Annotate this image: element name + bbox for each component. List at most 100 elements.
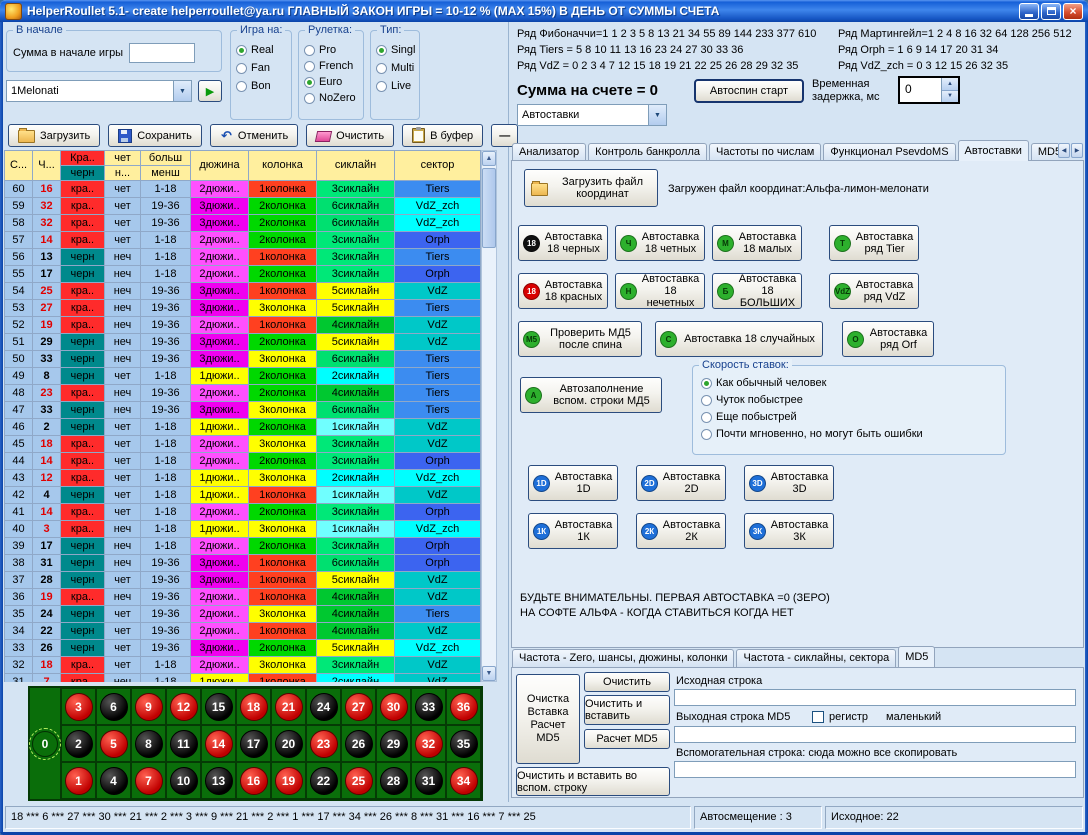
- radio-option[interactable]: NoZero: [304, 91, 358, 105]
- md5-clear-paste-button[interactable]: Очистить и вставить: [584, 695, 670, 725]
- board-cell-4[interactable]: 4: [96, 762, 131, 799]
- radio-option[interactable]: Pro: [304, 43, 358, 57]
- bottom-tab[interactable]: Частота - сиклайны, сектора: [736, 649, 896, 667]
- scroll-up-button[interactable]: ▲: [482, 151, 496, 166]
- register-checkbox[interactable]: [812, 711, 824, 723]
- scrollbar-thumb[interactable]: [482, 168, 496, 248]
- history-row[interactable]: 317кра..неч1-181дюжи..1колонка2сиклайнVd…: [5, 674, 481, 682]
- md5-stack-button[interactable]: Очистка Вставка Расчет MD5: [516, 674, 580, 764]
- chevron-down-icon[interactable]: ▼: [648, 105, 666, 125]
- autobet-button[interactable]: ЧАвтоставка 18 четных: [615, 225, 705, 261]
- radio-option[interactable]: French: [304, 59, 358, 73]
- board-cell-33[interactable]: 33: [411, 688, 446, 725]
- board-cell-35[interactable]: 35: [446, 725, 481, 762]
- autobet-button[interactable]: ОАвтоставка ряд Orf: [842, 321, 934, 357]
- autobet-button[interactable]: НАвтоставка 18 нечетных: [615, 273, 705, 309]
- board-cell-34[interactable]: 34: [446, 762, 481, 799]
- helper-string-input[interactable]: [674, 761, 1076, 778]
- board-cell-15[interactable]: 15: [201, 688, 236, 725]
- history-row[interactable]: 5219кра..неч19-362дюжи..1колонка4сиклайн…: [5, 317, 481, 334]
- board-cell-24[interactable]: 24: [306, 688, 341, 725]
- main-tab[interactable]: Частоты по числам: [709, 143, 821, 161]
- radio-option[interactable]: Live: [376, 79, 414, 93]
- autobet-button[interactable]: ТАвтоставка ряд Tier: [829, 225, 919, 261]
- autobet-button[interactable]: М5Проверить МД5 после спина: [518, 321, 642, 357]
- start-sum-input[interactable]: [129, 43, 195, 63]
- board-cell-3[interactable]: 3: [61, 688, 96, 725]
- board-cell-2[interactable]: 2: [61, 725, 96, 762]
- board-cell-11[interactable]: 11: [166, 725, 201, 762]
- board-cell-17[interactable]: 17: [236, 725, 271, 762]
- bottom-tab[interactable]: Частота - Zero, шансы, дюжины, колонки: [512, 649, 734, 667]
- autobet-button[interactable]: 1КАвтоставка 1К: [528, 513, 618, 549]
- board-zero-cell[interactable]: 0: [30, 688, 61, 799]
- board-cell-29[interactable]: 29: [376, 725, 411, 762]
- radio-option[interactable]: Real: [236, 43, 286, 57]
- autobet-button[interactable]: 18Автоставка 18 красных: [518, 273, 608, 309]
- toolbar-save-button[interactable]: Сохранить: [108, 124, 202, 147]
- main-tab[interactable]: MD5: [1031, 143, 1058, 161]
- autobet-combobox[interactable]: Автоставки ▼: [517, 104, 667, 126]
- toolbar-clipboard-button[interactable]: В буфер: [402, 124, 483, 147]
- radio-option[interactable]: Чуток побыстрее: [701, 393, 997, 407]
- history-row[interactable]: 4518кра..чет1-182дюжи..3колонка3сиклайнV…: [5, 436, 481, 453]
- toolbar-undo-button[interactable]: Отменить: [210, 124, 298, 147]
- autobet-button[interactable]: 3DАвтоставка 3D: [744, 465, 834, 501]
- history-row[interactable]: 3422чернчет19-362дюжи..1колонка4сиклайнV…: [5, 623, 481, 640]
- autobet-button[interactable]: 2КАвтоставка 2К: [636, 513, 726, 549]
- board-cell-10[interactable]: 10: [166, 762, 201, 799]
- board-cell-14[interactable]: 14: [201, 725, 236, 762]
- radio-option[interactable]: Fan: [236, 61, 286, 75]
- history-row[interactable]: 462чернчет1-181дюжи..2колонка1сиклайнVdZ: [5, 419, 481, 436]
- tab-scroll-right-button[interactable]: ▶: [1071, 143, 1083, 158]
- md5-clear-button[interactable]: Очистить: [584, 672, 670, 692]
- close-button[interactable]: ×: [1063, 3, 1083, 20]
- board-cell-7[interactable]: 7: [131, 762, 166, 799]
- board-cell-21[interactable]: 21: [271, 688, 306, 725]
- history-row[interactable]: 3218кра..чет1-182дюжи..3колонка3сиклайнV…: [5, 657, 481, 674]
- bottom-tab[interactable]: MD5: [898, 646, 935, 667]
- board-cell-9[interactable]: 9: [131, 688, 166, 725]
- main-tab[interactable]: Контроль банкролла: [588, 143, 707, 161]
- autobet-button[interactable]: VdZАвтоставка ряд VdZ: [829, 273, 919, 309]
- history-row[interactable]: 5129черннеч19-363дюжи..2колонка5сиклайнV…: [5, 334, 481, 351]
- history-row[interactable]: 4114кра..чет1-182дюжи..2колонка3сиклайнO…: [5, 504, 481, 521]
- spinner-up-button[interactable]: ▲: [942, 78, 958, 91]
- board-cell-22[interactable]: 22: [306, 762, 341, 799]
- board-cell-36[interactable]: 36: [446, 688, 481, 725]
- history-row[interactable]: 5327кра..неч19-363дюжи..3колонка5сиклайн…: [5, 300, 481, 317]
- delay-input[interactable]: 0: [900, 78, 941, 102]
- history-row[interactable]: 3619кра..неч19-362дюжи..1колонка4сиклайн…: [5, 589, 481, 606]
- play-button[interactable]: ▶: [198, 80, 222, 102]
- radio-option[interactable]: Euro: [304, 75, 358, 89]
- radio-option[interactable]: Как обычный человек: [701, 376, 997, 390]
- board-cell-27[interactable]: 27: [341, 688, 376, 725]
- table-scrollbar[interactable]: ▲ ▼: [481, 150, 497, 682]
- minimize-button[interactable]: [1019, 3, 1039, 20]
- output-string-input[interactable]: [674, 726, 1076, 743]
- profile-combobox[interactable]: 1Melonati ▼: [6, 80, 192, 102]
- scroll-down-button[interactable]: ▼: [482, 666, 496, 681]
- tab-scroll-left-button[interactable]: ◀: [1058, 143, 1070, 158]
- history-row[interactable]: 3831черннеч19-363дюжи..1колонка6сиклайнO…: [5, 555, 481, 572]
- history-row[interactable]: 3524чернчет19-362дюжи..3колонка4сиклайнT…: [5, 606, 481, 623]
- autobet-button[interactable]: ААвтозаполнение вспом. строки МД5: [520, 377, 662, 413]
- board-cell-1[interactable]: 1: [61, 762, 96, 799]
- maximize-button[interactable]: [1041, 3, 1061, 20]
- history-row[interactable]: 5613черннеч1-182дюжи..1колонка3сиклайнTi…: [5, 249, 481, 266]
- radio-option[interactable]: Multi: [376, 61, 414, 75]
- scrollbar-track[interactable]: [482, 166, 496, 666]
- md5-calc-button[interactable]: Расчет MD5: [584, 729, 670, 749]
- source-string-input[interactable]: [674, 689, 1076, 706]
- history-row[interactable]: 5517черннеч1-182дюжи..2колонка3сиклайнOr…: [5, 266, 481, 283]
- history-row[interactable]: 4733черннеч19-363дюжи..3колонка6сиклайнT…: [5, 402, 481, 419]
- helper-clear-paste-button[interactable]: Очистить и вставить во вспом. строку: [516, 767, 670, 796]
- board-cell-31[interactable]: 31: [411, 762, 446, 799]
- autobet-button[interactable]: 1DАвтоставка 1D: [528, 465, 618, 501]
- radio-option[interactable]: Еще побыстрей: [701, 410, 997, 424]
- autobet-button[interactable]: 18Автоставка 18 черных: [518, 225, 608, 261]
- autobet-button[interactable]: 2DАвтоставка 2D: [636, 465, 726, 501]
- toolbar-erase-button[interactable]: Очистить: [306, 124, 394, 147]
- board-cell-30[interactable]: 30: [376, 688, 411, 725]
- history-row[interactable]: 5832кра..чет19-363дюжи..2колонка6сиклайн…: [5, 215, 481, 232]
